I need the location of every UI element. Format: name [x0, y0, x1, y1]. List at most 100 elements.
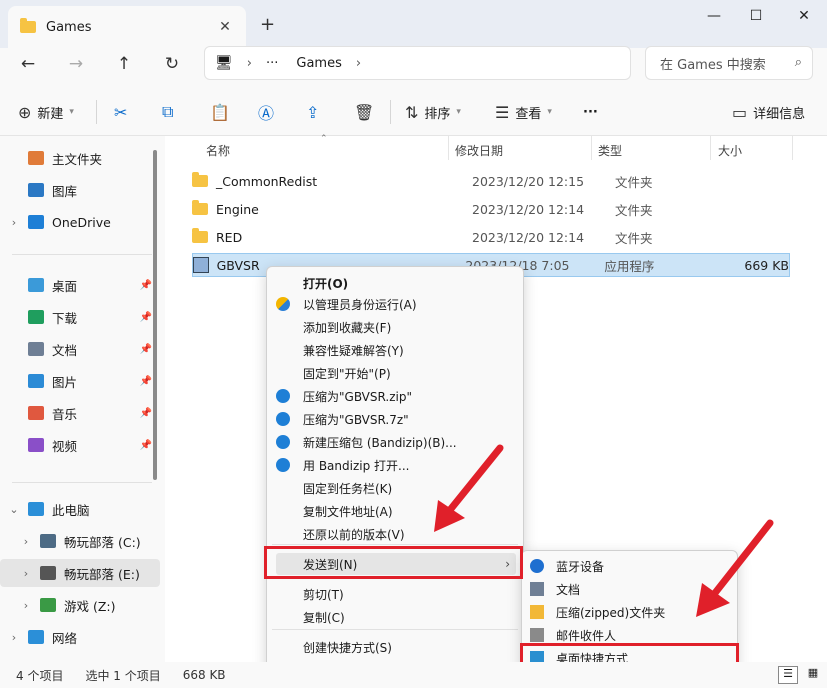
sidebar-item[interactable]: › 畅玩部落 (E:)	[0, 559, 160, 587]
sidebar-item[interactable]: 音乐 📌	[0, 399, 160, 427]
sidebar-item[interactable]: 图库	[0, 176, 160, 204]
rename-icon[interactable]: Ⓐ	[258, 101, 274, 123]
context-menu-item[interactable]: 创建快捷方式(S)	[276, 636, 516, 658]
forward-arrow-icon[interactable]: →	[62, 54, 90, 74]
search-input[interactable]: 在 Games 中搜索 ⌕	[645, 46, 813, 80]
breadcrumb-more[interactable]: ···	[266, 56, 278, 71]
document-icon	[28, 342, 44, 356]
sort-button[interactable]: ⇅ 排序 ▾	[405, 101, 461, 123]
share-icon[interactable]: ⇪	[306, 101, 319, 123]
sidebar-item[interactable]: › 畅玩部落 (C:)	[0, 527, 160, 555]
context-menu-item[interactable]: 添加到收藏夹(F)	[276, 316, 516, 338]
chevron-icon[interactable]: ⌄	[0, 503, 28, 516]
pin-icon[interactable]: 📌	[140, 408, 152, 419]
drive-icon	[40, 566, 56, 580]
context-menu-item[interactable]: 打开(O)	[276, 272, 516, 294]
context-menu-item[interactable]: 兼容性疑难解答(Y)	[276, 339, 516, 361]
chevron-icon[interactable]: ›	[0, 216, 28, 229]
address-bar[interactable]: 🖥 › ··· Games ›	[204, 46, 631, 80]
file-type: 文件夹	[615, 174, 653, 190]
drive-icon	[40, 534, 56, 548]
file-date: 2023/12/20 12:15	[472, 173, 585, 189]
chevron-icon[interactable]: ›	[12, 567, 40, 580]
context-menu-item[interactable]: 剪切(T)	[276, 583, 516, 605]
context-menu-item[interactable]: 压缩为"GBVSR.7z"	[276, 408, 516, 430]
column-divider[interactable]	[792, 136, 793, 160]
up-arrow-icon[interactable]: ↑	[110, 54, 138, 74]
bandizip-icon	[276, 412, 290, 426]
table-row[interactable]: Engine 2023/12/20 12:14 文件夹	[192, 197, 790, 221]
sidebar-scrollbar[interactable]	[153, 150, 157, 480]
table-row[interactable]: _CommonRedist 2023/12/20 12:15 文件夹	[192, 169, 790, 193]
minimize-button[interactable]: —	[700, 8, 728, 26]
context-menu-item[interactable]: 压缩为"GBVSR.zip"	[276, 385, 516, 407]
context-menu-label: 固定到"开始"(P)	[303, 366, 391, 381]
sidebar-item[interactable]: › 网络	[0, 623, 160, 651]
table-row[interactable]: RED 2023/12/20 12:14 文件夹	[192, 225, 790, 249]
context-menu-label: 创建快捷方式(S)	[303, 640, 392, 655]
paste-icon[interactable]: 📋	[210, 101, 230, 123]
context-menu-item[interactable]: 以管理员身份运行(A)	[276, 293, 516, 315]
breadcrumb-games[interactable]: Games	[296, 56, 341, 71]
send-to-label: 蓝牙设备	[556, 559, 605, 574]
sidebar-item[interactable]: 下载 📌	[0, 303, 160, 331]
more-options-button[interactable]: ···	[583, 101, 598, 123]
close-window-button[interactable]: ✕	[790, 8, 818, 26]
column-type[interactable]: 类型	[598, 142, 622, 159]
sidebar-item[interactable]: › OneDrive	[0, 208, 160, 236]
sidebar-item[interactable]: 视频 📌	[0, 431, 160, 459]
context-menu-label: 固定到任务栏(K)	[303, 481, 393, 496]
menu-divider	[272, 629, 518, 630]
view-button[interactable]: ☰ 查看 ▾	[495, 101, 552, 123]
new-tab-button[interactable]: +	[260, 14, 275, 35]
sidebar-item[interactable]: 图片 📌	[0, 367, 160, 395]
tiles-view-icon[interactable]: ▦	[804, 666, 822, 684]
cut-icon[interactable]: ✂	[114, 101, 127, 123]
context-menu-item[interactable]: 固定到"开始"(P)	[276, 362, 516, 384]
tab-games[interactable]: Games ✕	[8, 6, 246, 48]
context-menu-item[interactable]: 复制(C)	[276, 606, 516, 628]
close-tab-icon[interactable]: ✕	[216, 19, 234, 35]
breadcrumb-chevron-icon[interactable]: ›	[356, 56, 361, 71]
column-divider[interactable]	[448, 136, 449, 160]
new-button[interactable]: ⊕ 新建 ▾	[18, 101, 74, 123]
column-name[interactable]: 名称	[206, 142, 230, 159]
pictures-icon	[28, 374, 44, 388]
sidebar-item[interactable]: 文档 📌	[0, 335, 160, 363]
pin-icon[interactable]: 📌	[140, 280, 152, 291]
shield-icon	[276, 297, 290, 311]
music-icon	[28, 406, 44, 420]
pin-icon[interactable]: 📌	[140, 376, 152, 387]
search-icon: ⌕	[794, 55, 802, 70]
chevron-icon[interactable]: ›	[12, 535, 40, 548]
back-arrow-icon[interactable]: ←	[14, 54, 42, 74]
column-divider[interactable]	[710, 136, 711, 160]
sidebar-item[interactable]: › 游戏 (Z:)	[0, 591, 160, 619]
sidebar-item[interactable]: 主文件夹	[0, 144, 160, 172]
sidebar-item[interactable]: ⌄ 此电脑	[0, 495, 160, 523]
pin-icon[interactable]: 📌	[140, 344, 152, 355]
sidebar-item[interactable]: 桌面 📌	[0, 271, 160, 299]
sidebar-item-label: 文档	[52, 342, 78, 358]
details-view-icon[interactable]: ☰	[778, 666, 798, 684]
folder-icon	[192, 172, 208, 187]
column-divider[interactable]	[591, 136, 592, 160]
pin-icon[interactable]: 📌	[140, 440, 152, 451]
file-type: 应用程序	[604, 258, 655, 274]
chevron-icon[interactable]: ›	[0, 631, 28, 644]
sidebar-item-label: 畅玩部落 (E:)	[64, 566, 140, 582]
context-menu-label: 添加到收藏夹(F)	[303, 320, 392, 335]
refresh-icon[interactable]: ↻	[158, 54, 186, 74]
copy-icon[interactable]: ⧉	[162, 101, 173, 123]
onedrive-icon	[28, 215, 44, 229]
pin-icon[interactable]: 📌	[140, 312, 152, 323]
delete-icon[interactable]: 🗑	[354, 101, 374, 123]
details-button[interactable]: ▭ 详细信息	[732, 101, 805, 123]
chevron-icon[interactable]: ›	[12, 599, 40, 612]
context-menu-label: 复制文件地址(A)	[303, 504, 393, 519]
search-placeholder: 在 Games 中搜索	[660, 57, 766, 73]
maximize-button[interactable]: ☐	[742, 8, 770, 26]
menu-divider	[272, 544, 518, 545]
column-date[interactable]: 修改日期	[455, 142, 503, 159]
column-size[interactable]: 大小	[718, 142, 742, 159]
